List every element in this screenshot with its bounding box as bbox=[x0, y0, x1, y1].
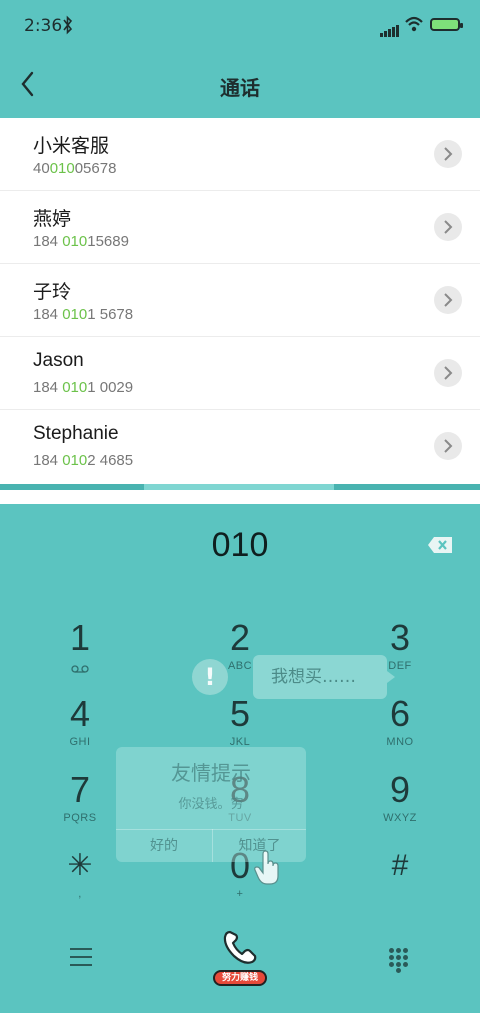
warning-icon: ! bbox=[192, 659, 228, 695]
contact-name: Jason bbox=[33, 350, 84, 371]
status-time: 2:36 bbox=[24, 16, 63, 36]
contact-number: 184 01015689 bbox=[33, 233, 129, 250]
chevron-right-icon[interactable] bbox=[434, 432, 462, 460]
dialog-title: 友情提示 bbox=[171, 761, 251, 785]
app-header: 通话 bbox=[0, 52, 480, 118]
key-9[interactable]: 9 WXYZ bbox=[340, 770, 460, 842]
key-6[interactable]: 6 MNO bbox=[340, 694, 460, 766]
chevron-right-icon[interactable] bbox=[434, 213, 462, 241]
contact-row[interactable]: 子玲 184 0101 5678 bbox=[0, 264, 480, 337]
contact-name: Stephanie bbox=[33, 423, 119, 444]
chevron-right-icon[interactable] bbox=[434, 359, 462, 387]
signal-icon bbox=[380, 18, 400, 37]
battery-icon bbox=[430, 18, 463, 31]
chevron-right-icon[interactable] bbox=[434, 286, 462, 314]
contact-number: 4001005678 bbox=[33, 160, 117, 177]
contact-number: 184 0101 5678 bbox=[33, 306, 134, 323]
list-edge bbox=[0, 490, 480, 504]
dialog-ok-button[interactable]: 好的 bbox=[116, 831, 212, 861]
contact-name: 小米客服 bbox=[33, 136, 110, 157]
call-badge: 努力赚钱 bbox=[213, 970, 267, 986]
matched-digits: 010 bbox=[62, 306, 88, 323]
tip-dialog: 友情提示 你没钱。穷 好的 知道了 bbox=[116, 747, 306, 862]
contact-name: 燕婷 bbox=[33, 209, 72, 230]
matched-digits: 010 bbox=[62, 452, 88, 469]
matched-digits: 010 bbox=[62, 233, 88, 250]
contact-list: 小米客服 4001005678 燕婷 184 01015689 子玲 184 0… bbox=[0, 118, 480, 484]
voicemail-icon bbox=[71, 665, 89, 673]
hand-pointer-icon bbox=[254, 850, 279, 885]
contact-number: 184 0101 0029 bbox=[33, 379, 134, 396]
contact-row[interactable]: Stephanie 184 0102 4685 bbox=[0, 410, 480, 483]
key-1[interactable]: 1 bbox=[20, 618, 140, 690]
phone-icon bbox=[223, 930, 257, 964]
matched-digits: 010 bbox=[62, 379, 88, 396]
contact-name: 子玲 bbox=[33, 282, 72, 303]
key-hash[interactable]: # bbox=[340, 846, 460, 918]
chevron-right-icon[interactable] bbox=[434, 140, 462, 168]
chat-bubble: 我想买…… bbox=[253, 655, 395, 699]
menu-icon[interactable] bbox=[70, 948, 92, 968]
contact-row[interactable]: Jason 184 0101 0029 bbox=[0, 337, 480, 410]
matched-digits: 010 bbox=[49, 160, 75, 177]
backspace-icon[interactable] bbox=[427, 536, 453, 554]
contact-number: 184 0102 4685 bbox=[33, 452, 134, 469]
dialog-message: 你没钱。穷 bbox=[178, 797, 244, 812]
keypad-icon[interactable] bbox=[389, 948, 409, 973]
wifi-icon bbox=[405, 16, 423, 32]
contact-row[interactable]: 小米客服 4001005678 bbox=[0, 118, 480, 191]
page-title: 通话 bbox=[220, 76, 260, 100]
bluetooth-icon bbox=[63, 15, 73, 35]
status-bar: 2:36 bbox=[0, 0, 480, 52]
contact-row[interactable]: 燕婷 184 01015689 bbox=[0, 191, 480, 264]
dialed-number: 010 bbox=[211, 526, 269, 564]
